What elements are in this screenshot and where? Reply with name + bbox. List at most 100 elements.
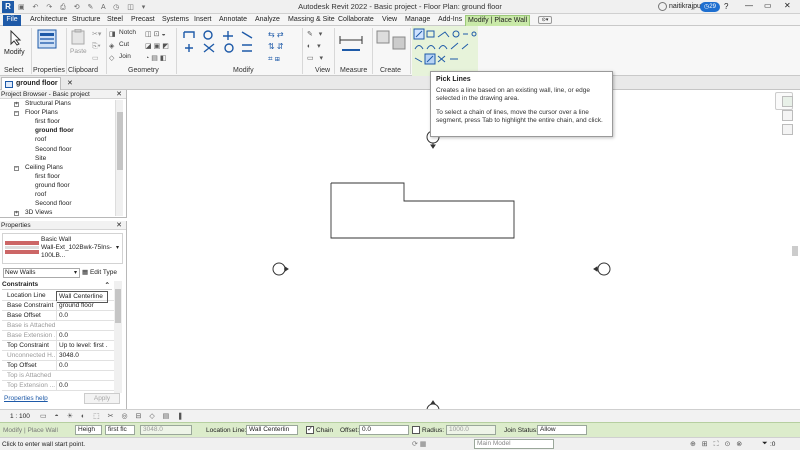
browser-item[interactable]: Site <box>35 155 46 162</box>
tab-architecture[interactable]: Architecture <box>28 15 69 26</box>
view-tools-icons[interactable]: ✎ ▾ ◐ ▾ ▭ ▾ <box>307 29 325 65</box>
browser-item[interactable]: roof <box>35 191 46 198</box>
browser-item[interactable]: ground floor <box>35 127 74 134</box>
view-control-icons[interactable]: ▭ ◓ ☀ ◐ ⬚ ✂ ◎ ⊟ ◇ ▤ ❚ <box>40 412 186 420</box>
select-panel-label[interactable]: Select <box>4 67 23 74</box>
tab-collaborate[interactable]: Collaborate <box>336 15 376 26</box>
edit-type-button[interactable]: ▦ Edit Type <box>82 268 117 276</box>
join-button[interactable]: Join <box>119 53 131 60</box>
view-tab-close-icon[interactable]: ✕ <box>67 78 73 90</box>
browser-item[interactable]: roof <box>35 136 46 143</box>
navigation-wheel-icon[interactable] <box>782 96 793 107</box>
tab-manage[interactable]: Manage <box>403 15 432 26</box>
floor-plan-drawing[interactable] <box>128 90 800 424</box>
geometry-icons-right[interactable]: ◫⊡◒ ◪▣◩ ◔▤◧ <box>145 29 171 65</box>
view-tab-ground-floor[interactable]: ground floor ✕ <box>1 77 73 90</box>
height-target-select[interactable]: first flc <box>105 425 135 435</box>
tab-analyze[interactable]: Analyze <box>253 15 282 26</box>
browser-item[interactable]: Structural Plans <box>25 100 71 107</box>
property-row[interactable]: Base Offset 0.0 <box>2 311 122 321</box>
property-row[interactable]: Base Constraint ground floor <box>2 301 122 311</box>
ribbon-toggle-icon[interactable]: ⊙▾ <box>538 16 552 24</box>
properties-help-link[interactable]: Properties help <box>4 395 48 402</box>
property-value[interactable]: 0.0 <box>56 331 108 341</box>
offset-input[interactable]: 0.0 <box>359 425 409 435</box>
join-status-select[interactable]: Allow <box>537 425 587 435</box>
zoom-icon[interactable] <box>782 110 793 121</box>
location-line-select[interactable]: Wall Centerlin <box>246 425 298 435</box>
tab-file[interactable]: File <box>3 15 21 26</box>
zoom-menu-icon[interactable] <box>782 124 793 135</box>
notification-badge[interactable]: ◷29 <box>700 2 720 12</box>
clipboard-small-icons[interactable]: ✂▾ ⎘▾ ▭ <box>92 29 101 65</box>
modify-tools-icons[interactable]: ⇆ ⇄ ⇅ ⇵ ⌗ ⊞ <box>180 28 310 66</box>
notch-button[interactable]: Notch <box>119 29 136 36</box>
property-value[interactable]: 3048.0 <box>56 351 108 361</box>
height-value-input[interactable]: 3048.0 <box>140 425 192 435</box>
tab-precast[interactable]: Precast <box>129 15 157 26</box>
property-row[interactable]: Top Extension ... 0.0 <box>2 381 122 391</box>
apply-button[interactable]: Apply <box>84 393 120 404</box>
tab-annotate[interactable]: Annotate <box>217 15 249 26</box>
radius-checkbox[interactable] <box>412 426 420 434</box>
props-scroll-thumb[interactable] <box>115 289 121 323</box>
project-browser-close-icon[interactable]: ✕ <box>116 90 122 99</box>
browser-item[interactable]: first floor <box>35 118 60 125</box>
view-scale[interactable]: 1 : 100 <box>10 413 30 420</box>
browser-scroll-thumb[interactable] <box>117 112 123 170</box>
paste-button[interactable]: Paste <box>70 29 87 59</box>
properties-button[interactable] <box>37 29 59 63</box>
tab-massing-site[interactable]: Massing & Site <box>286 15 337 26</box>
property-value[interactable]: Up to level: first ... <box>56 341 108 351</box>
minimize-button[interactable]: — <box>745 1 753 10</box>
tree-toggle-icon[interactable]: + <box>14 211 19 217</box>
cut-button[interactable]: Cut <box>119 41 129 48</box>
instance-filter[interactable]: New Walls ▾ <box>3 268 80 278</box>
help-icon[interactable]: ? <box>724 2 728 11</box>
create-tools-icons[interactable] <box>375 29 409 59</box>
property-row[interactable]: Base is Attached <box>2 321 122 331</box>
drawing-area[interactable] <box>128 90 800 424</box>
selection-icons[interactable]: ⊕ ⊞ ⛶ ⊙ ⊗ <box>690 440 744 449</box>
type-dropdown-icon[interactable]: ▾ <box>116 244 119 251</box>
tree-toggle-icon[interactable]: − <box>14 165 19 171</box>
draw-tools-icons[interactable] <box>412 28 478 68</box>
tree-toggle-icon[interactable]: + <box>14 102 19 107</box>
browser-item[interactable]: ground floor <box>35 182 70 189</box>
constraints-section[interactable]: Constraints ⌃ <box>2 281 112 290</box>
radius-input[interactable]: 1000.0 <box>446 425 496 435</box>
tab-insert[interactable]: Insert <box>192 15 214 26</box>
tab-structure[interactable]: Structure <box>70 15 102 26</box>
tab-view[interactable]: View <box>380 15 399 26</box>
browser-scrollbar[interactable] <box>115 100 123 216</box>
browser-item[interactable]: first floor <box>35 173 60 180</box>
property-value[interactable]: 0.0 <box>56 361 108 371</box>
height-select[interactable]: Heigh <box>75 425 102 435</box>
tab-systems[interactable]: Systems <box>160 15 191 26</box>
props-scrollbar[interactable] <box>114 281 122 393</box>
user-icon[interactable] <box>658 2 667 11</box>
property-row[interactable]: Base Extension ... 0.0 <box>2 331 122 341</box>
property-row[interactable]: Unconnected H... 3048.0 <box>2 351 122 361</box>
property-row[interactable]: Top Constraint Up to level: first ... <box>2 341 122 351</box>
browser-item[interactable]: Second floor <box>35 200 72 207</box>
property-row[interactable]: Top is Attached <box>2 371 122 381</box>
tab-steel[interactable]: Steel <box>105 15 125 26</box>
geometry-icons-left[interactable]: ◨ ◈ ◇ <box>109 29 116 65</box>
type-selector[interactable]: Basic Wall Wall-Ext_102Bwk-75Ins-100LB..… <box>2 233 123 264</box>
browser-item[interactable]: Ceiling Plans <box>25 164 63 171</box>
canvas-scrollbar-right[interactable] <box>792 246 798 256</box>
maximize-button[interactable]: ▭ <box>764 1 772 10</box>
properties-close-icon[interactable]: ✕ <box>116 221 122 230</box>
chain-checkbox[interactable]: ✓ <box>306 426 314 434</box>
measure-tools-icons[interactable] <box>338 30 368 60</box>
browser-item[interactable]: Floor Plans <box>25 109 58 116</box>
property-row[interactable]: Location Line Wall Centerline <box>2 291 122 303</box>
property-value[interactable]: 0.0 <box>56 311 108 321</box>
close-button[interactable]: ✕ <box>784 1 791 10</box>
browser-item[interactable]: Second floor <box>35 146 72 153</box>
tree-toggle-icon[interactable]: − <box>14 111 19 117</box>
property-row[interactable]: Top Offset 0.0 <box>2 361 122 371</box>
status-icons[interactable]: ⟳ ▦ <box>412 440 426 448</box>
tab-modify-place-wall[interactable]: Modify | Place Wall <box>465 15 531 26</box>
